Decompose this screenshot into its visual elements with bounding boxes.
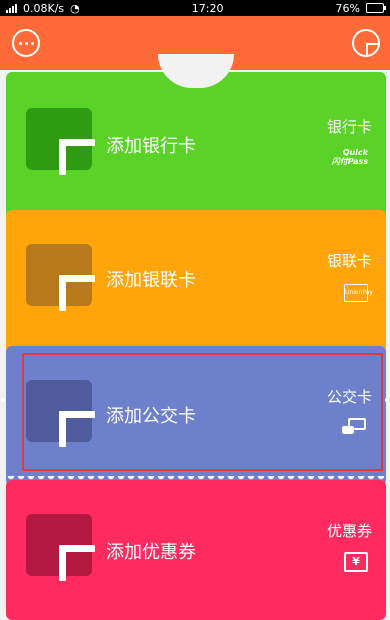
add-bank-card-label: 添加银行卡 xyxy=(106,136,196,157)
card-coupon[interactable]: 添加优惠券 优惠券 ¥ xyxy=(6,476,386,620)
battery-icon xyxy=(365,3,386,13)
more-button[interactable] xyxy=(12,29,40,57)
bank-card-type-label: 银行卡 xyxy=(326,118,372,136)
quickpass-logo-icon: Quick 闪付Pass xyxy=(331,148,368,166)
add-coupon-label: 添加优惠券 xyxy=(106,542,196,563)
add-transit-card-label: 添加公交卡 xyxy=(106,406,196,427)
more-icon xyxy=(18,41,34,45)
right-edge-dot xyxy=(385,398,389,402)
status-time: 17:20 xyxy=(191,1,224,15)
status-left: 0.08K/s ◔ xyxy=(6,2,80,15)
unionpay-card-type-label: 银联卡 xyxy=(326,252,372,270)
wifi-icon: ◔ xyxy=(70,1,80,15)
status-bar: 0.08K/s ◔ 17:20 76% xyxy=(0,0,390,16)
coupon-ticket-icon: ¥ xyxy=(344,552,368,572)
card-transit[interactable]: 添加公交卡 公交卡 xyxy=(6,346,386,486)
coupon-type-label: 优惠券 xyxy=(326,522,372,540)
add-bank-card-button[interactable] xyxy=(26,108,95,175)
transit-card-type-label: 公交卡 xyxy=(326,388,372,406)
status-right: 76% xyxy=(335,1,386,15)
add-button[interactable] xyxy=(352,29,380,57)
card-bank[interactable]: 添加银行卡 银行卡 Quick 闪付Pass xyxy=(6,54,386,222)
coupon-tear-edge xyxy=(6,476,386,484)
transit-card-icon xyxy=(342,418,368,436)
signal-icon xyxy=(6,3,17,13)
add-unionpay-card-label: 添加银联卡 xyxy=(106,270,196,291)
card-unionpay[interactable]: 添加银联卡 银联卡 UnionPay xyxy=(6,210,386,355)
network-speed: 0.08K/s xyxy=(23,1,65,15)
add-unionpay-card-button[interactable] xyxy=(26,244,95,311)
add-coupon-button[interactable] xyxy=(26,514,95,581)
card-notch xyxy=(158,54,234,88)
unionpay-logo-icon: UnionPay xyxy=(344,284,373,302)
battery-percent: 76% xyxy=(335,1,360,15)
left-edge-dot xyxy=(1,398,5,402)
add-transit-card-button[interactable] xyxy=(26,380,95,447)
